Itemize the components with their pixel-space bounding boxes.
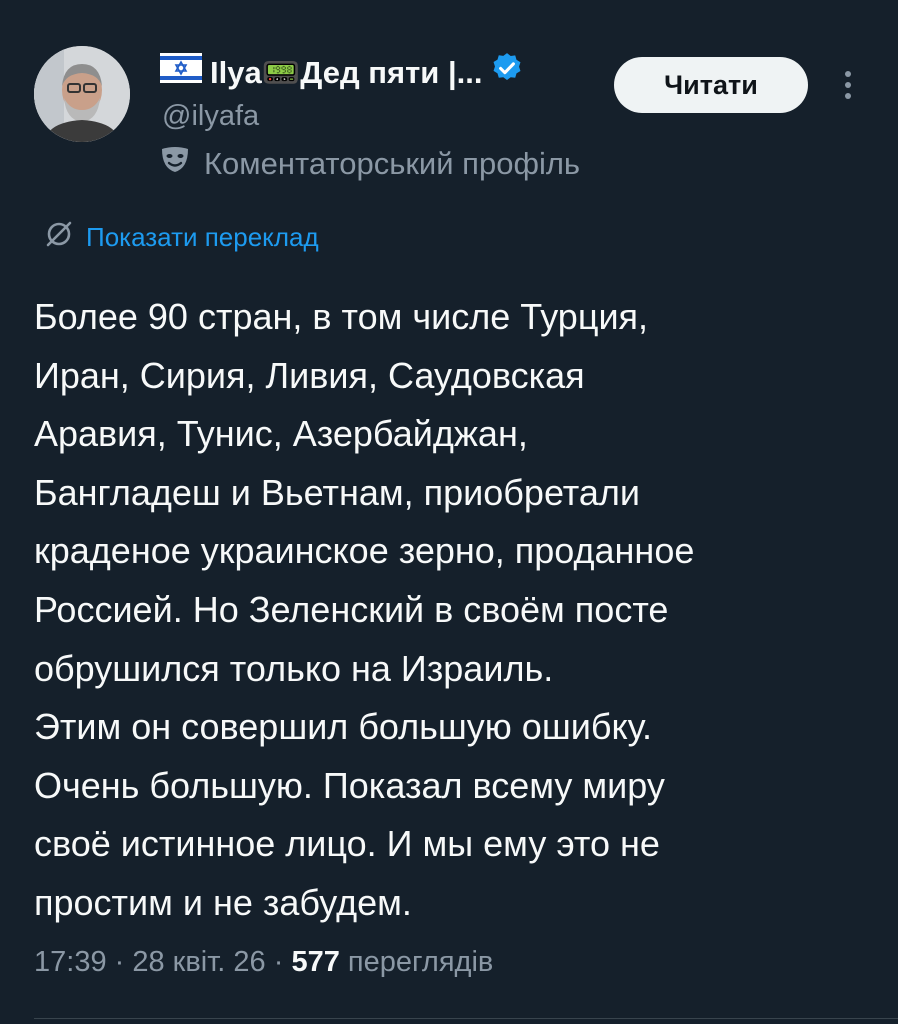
tweet-meta: 17:39 · 28 квіт. 26 · 577 переглядів [34, 946, 493, 979]
profile-type-label: Коментаторський профіль [204, 146, 581, 181]
more-vertical-icon[interactable] [836, 68, 860, 102]
tweet-text: Более 90 стран, в том числе Турция, Иран… [34, 296, 695, 923]
israel-flag-icon [160, 53, 202, 91]
meta-separator: · [106, 946, 133, 978]
avatar[interactable] [34, 46, 130, 142]
author-name-row[interactable]: Ilya📟Дед пяти |... [160, 52, 524, 92]
author-display-name[interactable]: Ilya📟Дед пяти |... [210, 54, 482, 91]
translate-label[interactable]: Показати переклад [86, 222, 319, 253]
tweet-date[interactable]: 28 квіт. 26 [132, 946, 265, 978]
divider [34, 1018, 898, 1019]
read-button[interactable]: Читати [614, 57, 808, 113]
tweet-time[interactable]: 17:39 [34, 946, 107, 978]
theater-masks-icon [160, 146, 190, 182]
verified-badge-icon [490, 51, 524, 93]
translate-link[interactable]: Показати переклад [44, 219, 319, 256]
meta-separator: · [265, 946, 292, 978]
profile-type-row: Коментаторський профіль [160, 146, 580, 182]
translate-icon [44, 219, 74, 256]
views-count[interactable]: 577 [291, 946, 339, 978]
views-label: переглядів [339, 946, 494, 978]
author-handle[interactable]: @ilyafa [162, 100, 259, 133]
